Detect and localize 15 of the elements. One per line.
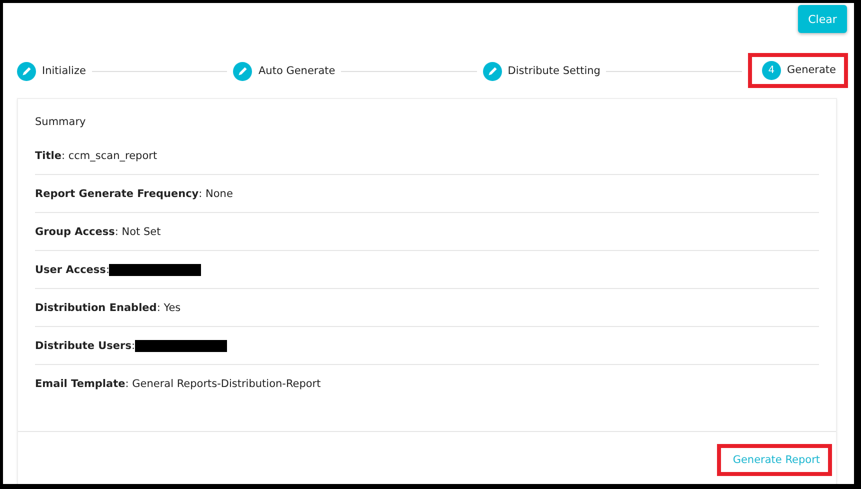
step-label[interactable]: Auto Generate — [258, 65, 336, 77]
field-text: Group Access: Not Set — [35, 226, 161, 238]
pencil-icon[interactable] — [17, 62, 36, 80]
pencil-icon[interactable] — [482, 62, 502, 80]
step-label[interactable]: Initialize — [42, 65, 86, 77]
section-heading: Summary — [35, 115, 87, 130]
step-label[interactable]: Distribute Setting — [508, 65, 600, 77]
field-text: Report Generate Frequency: None — [35, 188, 233, 200]
field-text: Title: ccm_scan_report — [35, 150, 158, 162]
field-text: User Access: — [35, 264, 110, 276]
field-text: Email Template: General Reports-Distribution-Report — [35, 378, 321, 390]
field-text: Distribute Users: — [35, 340, 136, 352]
step-label[interactable]: Generate — [786, 64, 836, 76]
pencil-icon[interactable] — [233, 62, 252, 80]
field-text: Distribution Enabled: Yes — [35, 302, 181, 314]
